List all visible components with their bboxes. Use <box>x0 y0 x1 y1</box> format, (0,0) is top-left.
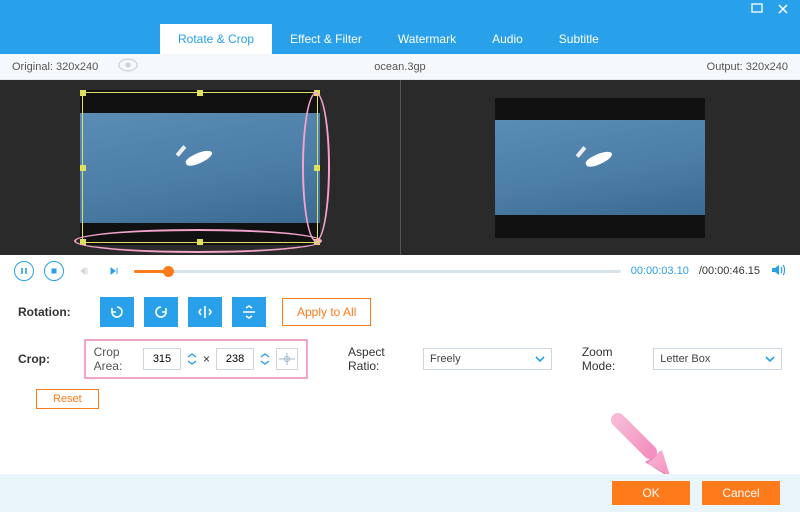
width-down-icon[interactable] <box>187 359 197 366</box>
reset-button[interactable]: Reset <box>36 389 99 409</box>
apply-to-all-button[interactable]: Apply to All <box>282 298 371 326</box>
rotation-label: Rotation: <box>18 305 90 319</box>
ok-button[interactable]: OK <box>612 481 690 505</box>
annotation-arrow <box>610 412 680 482</box>
crop-center-button[interactable] <box>276 348 298 370</box>
crop-height-input[interactable] <box>216 348 254 370</box>
original-size-label: Original: 320x240 <box>12 61 98 73</box>
output-preview-pane <box>401 80 800 255</box>
tab-watermark[interactable]: Watermark <box>380 24 474 54</box>
close-icon[interactable] <box>776 2 790 21</box>
preview-toggle-icon[interactable] <box>118 58 138 75</box>
time-total: /00:00:46.15 <box>699 265 760 277</box>
crop-separator: × <box>203 352 210 366</box>
volume-icon[interactable] <box>770 262 786 281</box>
next-frame-button[interactable] <box>104 261 124 281</box>
zoom-mode-select[interactable]: Letter Box <box>653 348 782 370</box>
tab-bar: Rotate & Crop Effect & Filter Watermark … <box>0 22 800 54</box>
height-up-icon[interactable] <box>260 352 270 359</box>
output-size-label: Output: 320x240 <box>707 61 788 73</box>
crop-area-label: Crop Area: <box>94 345 137 373</box>
tab-subtitle[interactable]: Subtitle <box>541 24 617 54</box>
pause-button[interactable] <box>14 261 34 281</box>
seek-slider[interactable] <box>134 270 621 273</box>
flip-horizontal-button[interactable] <box>188 297 222 327</box>
flip-vertical-button[interactable] <box>232 297 266 327</box>
cancel-button[interactable]: Cancel <box>702 481 780 505</box>
tab-rotate-crop[interactable]: Rotate & Crop <box>160 24 272 54</box>
prev-frame-button[interactable] <box>74 261 94 281</box>
rotate-left-button[interactable] <box>100 297 134 327</box>
time-current: 00:00:03.10 <box>631 265 689 277</box>
crop-area-group: Crop Area: × <box>84 339 308 379</box>
tab-effect-filter[interactable]: Effect & Filter <box>272 24 380 54</box>
aspect-ratio-select[interactable]: Freely <box>423 348 552 370</box>
width-up-icon[interactable] <box>187 352 197 359</box>
stop-button[interactable] <box>44 261 64 281</box>
source-preview-pane[interactable] <box>0 80 401 255</box>
crop-label: Crop: <box>18 352 84 366</box>
crop-width-input[interactable] <box>143 348 181 370</box>
tab-audio[interactable]: Audio <box>474 24 541 54</box>
minimize-icon[interactable] <box>750 2 764 21</box>
rotate-right-button[interactable] <box>144 297 178 327</box>
aspect-ratio-label: Aspect Ratio: <box>348 345 413 373</box>
height-down-icon[interactable] <box>260 359 270 366</box>
zoom-mode-label: Zoom Mode: <box>582 345 643 373</box>
